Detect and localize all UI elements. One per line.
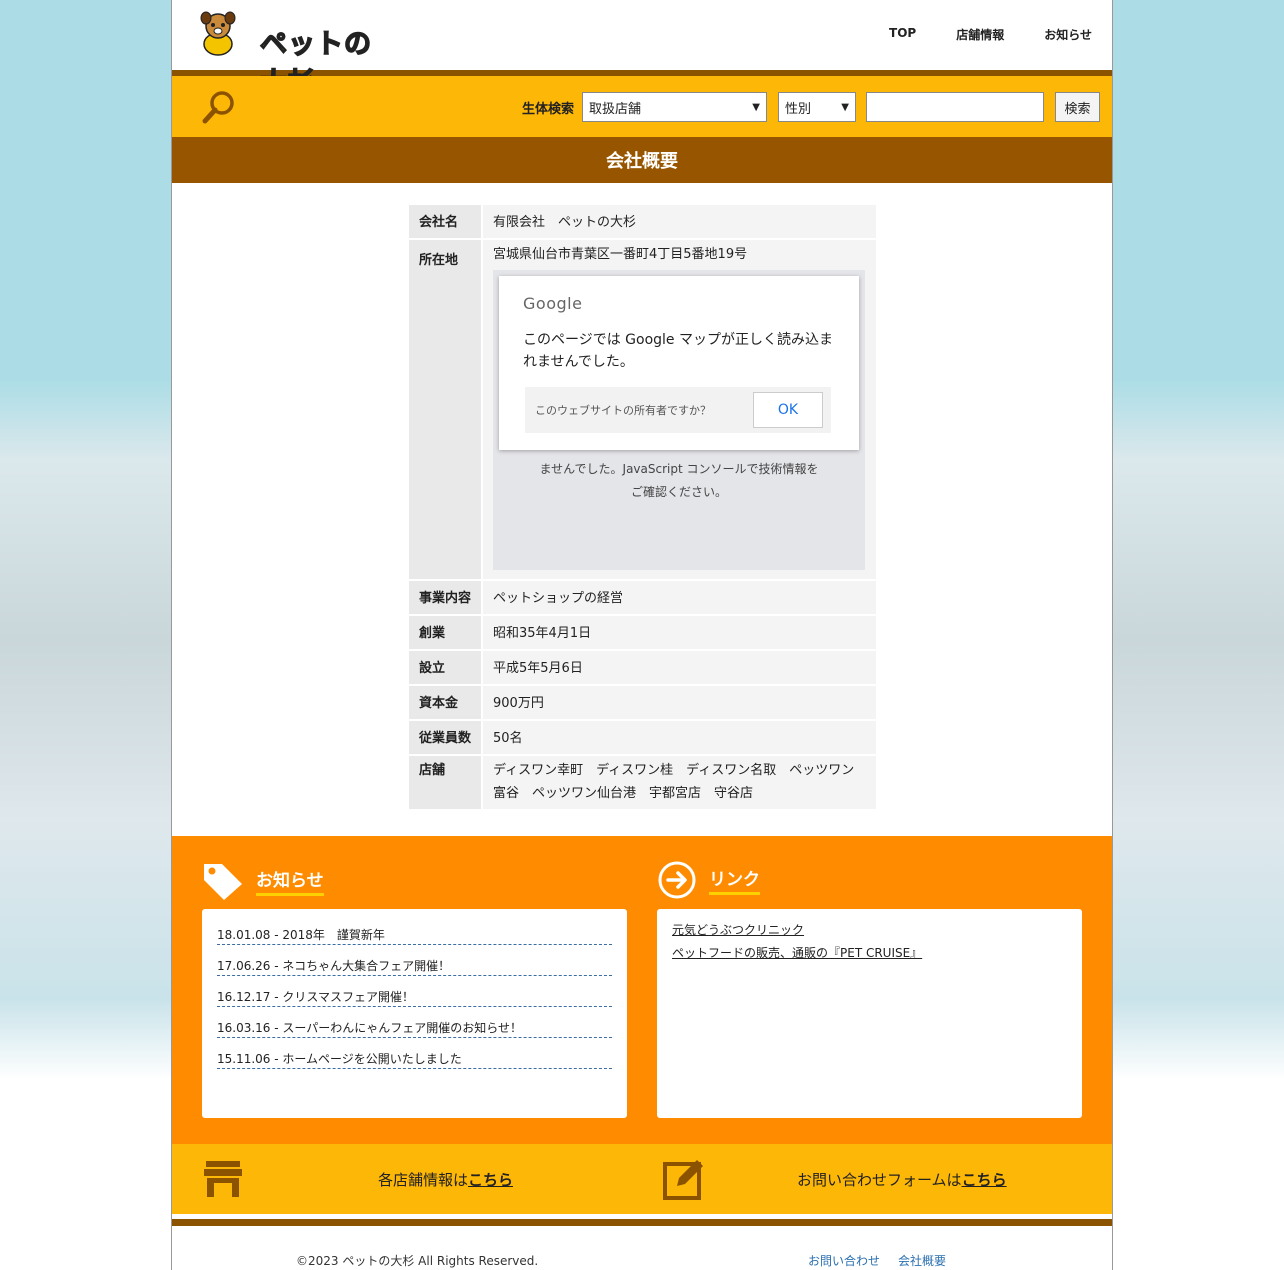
page-container: ペットの大杉 TOP 店舗情報 お知らせ 生体検索 取扱店舗 ▼ 性別 ▼ 検索 [171,0,1113,1270]
owner-question-link[interactable]: このウェブサイトの所有者ですか？ [525,399,753,422]
contact-link[interactable]: こちら [962,1171,1007,1189]
search-form: 生体検索 取扱店舗 ▼ 性別 ▼ 検索 [522,92,1100,122]
site-footer: ©2023 ペットの大杉 All Rights Reserved. お問い合わせ… [172,1226,1112,1270]
dog-mascot-icon [200,11,236,56]
map-error-message: このページでは Google マップが正しく読み込まれませんでした。 [523,332,833,370]
contact-cta: お問い合わせフォームはこちら [797,1169,1007,1190]
chevron-down-icon: ▼ [752,101,760,113]
table-row: 資本金 900万円 [409,686,876,719]
search-label: 生体検索 [521,101,574,117]
links-panel: 元気どうぶつクリニック ペットフードの販売、通販の『PET CRUISE』 [657,909,1082,1118]
cta-bar: 各店舗情報はこちら お問い合わせフォームはこちら [172,1144,1112,1214]
map-error-actions: このウェブサイトの所有者ですか？ OK [525,387,831,433]
map-error-background-text: ませんでした。JavaScript コンソールで技術情報を ご確認ください。 [493,458,865,504]
row-label: 所在地 [409,240,481,579]
row-value: 昭和35年4月1日 [483,616,876,649]
map-bg-line-1: ませんでした。JavaScript コンソールで技術情報を [539,462,819,476]
nav-news[interactable]: お知らせ [1044,26,1092,43]
company-table: 会社名 有限会社 ペットの大杉 所在地 宮城県仙台市青葉区一番町4丁目5番地19… [409,205,876,811]
gender-select[interactable]: 性別 ▼ [778,92,856,122]
row-label: 店舗 [409,756,481,809]
link-item[interactable]: 元気どうぶつクリニック [672,921,804,938]
page-title-bar: 会社概要 [172,137,1112,183]
links-heading: リンク [657,860,760,900]
tag-icon [204,864,242,900]
store-icon [204,1161,242,1197]
table-row: 会社名 有限会社 ペットの大杉 [409,205,876,238]
row-value: 宮城県仙台市青葉区一番町4丁目5番地19号 [493,247,748,262]
map-error-dialog: Google このページでは Google マップが正しく読み込まれませんでした… [499,276,859,450]
row-value: ペットショップの経営 [483,581,876,614]
row-label: 事業内容 [409,581,481,614]
links-title: リンク [709,865,760,895]
arrow-circle-icon [658,861,696,899]
news-panel: 18.01.08 - 2018年 謹賀新年 17.06.26 - ネコちゃん大集… [202,909,627,1118]
row-label: 設立 [409,651,481,684]
address-cell: 宮城県仙台市青葉区一番町4丁目5番地19号 Google このページでは Goo… [483,240,876,579]
news-item[interactable]: 16.03.16 - スーパーわんにゃんフェア開催のお知らせ！ [217,1014,612,1038]
link-item[interactable]: ペットフードの販売、通販の『PET CRUISE』 [672,944,922,961]
site-logo[interactable]: ペットの大杉 [196,10,396,100]
page-title: 会社概要 [606,151,678,172]
gender-select-value: 性別 [785,101,812,117]
map-bg-line-2: ご確認ください。 [630,485,727,499]
store-info-link[interactable]: こちら [468,1171,513,1189]
table-row: 設立 平成5年5月6日 [409,651,876,684]
contact-text: お問い合わせフォームは [797,1171,962,1189]
search-icon [202,91,234,124]
footer-link-contact[interactable]: お問い合わせ [808,1252,880,1269]
table-row: 従業員数 50名 [409,721,876,754]
news-item[interactable]: 18.01.08 - 2018年 謹賀新年 [217,921,612,945]
footer-divider [172,1219,1112,1226]
nav-top[interactable]: TOP [889,26,916,43]
row-value: 平成5年5月6日 [483,651,876,684]
search-bar: 生体検索 取扱店舗 ▼ 性別 ▼ 検索 [172,76,1112,137]
chevron-down-icon: ▼ [841,101,849,113]
keyword-input[interactable] [866,92,1044,122]
store-info-cta: 各店舗情報はこちら [378,1169,513,1190]
store-select-value: 取扱店舗 [589,101,642,117]
row-label: 創業 [409,616,481,649]
site-header: ペットの大杉 TOP 店舗情報 お知らせ [172,0,1112,100]
news-item[interactable]: 16.12.17 - クリスマスフェア開催！ [217,983,612,1007]
copyright: ©2023 ペットの大杉 All Rights Reserved. [296,1254,539,1268]
google-logo: Google [523,294,583,313]
table-row: 創業 昭和35年4月1日 [409,616,876,649]
store-select[interactable]: 取扱店舗 ▼ [582,92,767,122]
table-row: 所在地 宮城県仙台市青葉区一番町4丁目5番地19号 Google このページでは… [409,240,876,579]
info-section: お知らせ 18.01.08 - 2018年 謹賀新年 17.06.26 - ネコ… [172,836,1112,1144]
ok-button[interactable]: OK [753,392,823,428]
google-map[interactable]: Google このページでは Google マップが正しく読み込まれませんでした… [493,270,865,570]
row-label: 従業員数 [409,721,481,754]
row-label: 会社名 [409,205,481,238]
news-title: お知らせ [256,866,324,896]
row-value: 有限会社 ペットの大杉 [483,205,876,238]
store-info-text: 各店舗情報は [378,1171,469,1189]
row-value: 50名 [483,721,876,754]
table-row: 事業内容 ペットショップの経営 [409,581,876,614]
news-item[interactable]: 15.11.06 - ホームページを公開いたしました [217,1045,612,1069]
row-label: 資本金 [409,686,481,719]
search-button[interactable]: 検索 [1055,92,1100,122]
edit-icon [663,1160,703,1200]
row-value: 900万円 [483,686,876,719]
row-value: ディスワン幸町 ディスワン桂 ディスワン名取 ペッツワン富谷 ペッツワン仙台港 … [483,756,876,809]
table-row: 店舗 ディスワン幸町 ディスワン桂 ディスワン名取 ペッツワン富谷 ペッツワン仙… [409,756,876,809]
footer-links: お問い合わせ 会社概要 [808,1252,946,1269]
main-nav: TOP 店舗情報 お知らせ [889,26,1092,43]
news-item[interactable]: 17.06.26 - ネコちゃん大集合フェア開催！ [217,952,612,976]
nav-store-info[interactable]: 店舗情報 [956,26,1004,43]
news-heading: お知らせ [202,860,324,902]
footer-link-company[interactable]: 会社概要 [898,1252,946,1269]
